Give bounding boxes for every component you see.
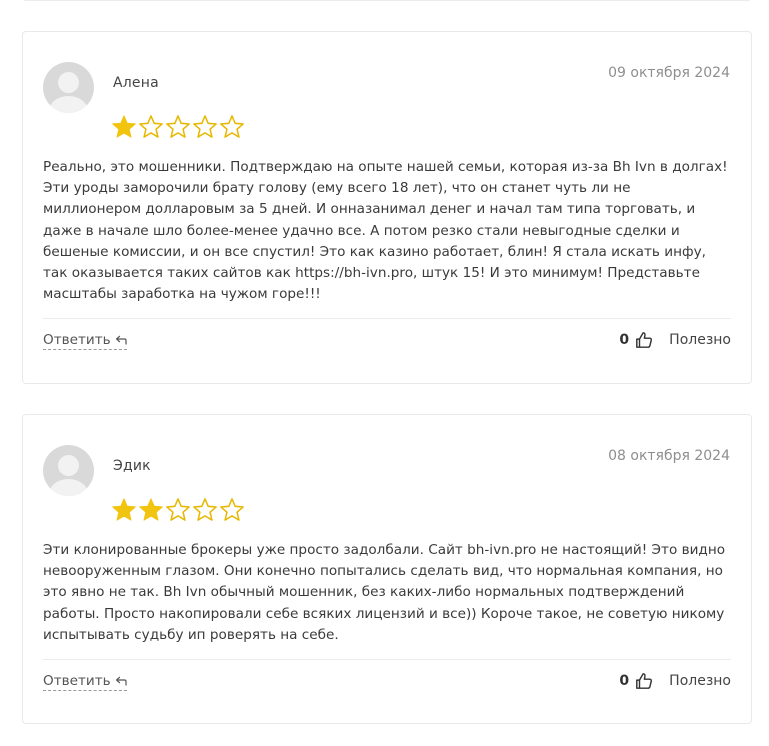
divider xyxy=(43,659,731,660)
reply-button[interactable]: Ответить xyxy=(43,673,127,691)
review-card: Алена 09 октября 2024 Реально, это мошен… xyxy=(22,31,752,384)
review-card: Эдик 08 октября 2024 Эти клонированные б… xyxy=(22,414,752,724)
review-author: Эдик xyxy=(113,458,151,474)
avatar-body xyxy=(49,96,88,113)
rating-stars xyxy=(111,114,245,140)
review-author: Алена xyxy=(113,75,159,91)
vote-area: 0 Полезно xyxy=(619,672,731,690)
thumbs-up-icon[interactable] xyxy=(635,331,653,349)
review-date: 09 октября 2024 xyxy=(608,65,730,81)
vote-count: 0 xyxy=(619,673,630,689)
star-empty-icon xyxy=(220,498,244,521)
star-filled-icon xyxy=(112,115,136,138)
reply-label: Ответить xyxy=(43,673,111,689)
useful-button[interactable]: Полезно xyxy=(669,332,731,348)
star-filled-icon xyxy=(139,498,163,521)
reply-arrow-icon xyxy=(115,335,127,345)
reply-button[interactable]: Ответить xyxy=(43,332,127,350)
review-date: 08 октября 2024 xyxy=(608,448,730,464)
star-empty-icon xyxy=(193,498,217,521)
avatar xyxy=(43,62,94,113)
avatar xyxy=(43,445,94,496)
star-empty-icon xyxy=(139,115,163,138)
vote-count: 0 xyxy=(619,332,630,348)
reply-arrow-icon xyxy=(115,676,127,686)
star-empty-icon xyxy=(220,115,244,138)
review-text: Эти клонированные брокеры уже просто зад… xyxy=(43,542,726,643)
divider xyxy=(43,318,731,319)
avatar-body xyxy=(49,479,88,496)
vote-area: 0 Полезно xyxy=(619,331,731,349)
avatar-head xyxy=(58,455,79,476)
previous-card-edge xyxy=(22,0,752,1)
rating-stars xyxy=(111,497,245,523)
star-empty-icon xyxy=(166,115,190,138)
star-empty-icon xyxy=(193,115,217,138)
star-filled-icon xyxy=(112,498,136,521)
avatar-head xyxy=(58,72,79,93)
useful-button[interactable]: Полезно xyxy=(669,673,731,689)
reply-label: Ответить xyxy=(43,332,111,348)
star-empty-icon xyxy=(166,498,190,521)
thumbs-up-icon[interactable] xyxy=(635,672,653,690)
review-text: Реально, это мошенники. Подтверждаю на о… xyxy=(43,159,728,303)
